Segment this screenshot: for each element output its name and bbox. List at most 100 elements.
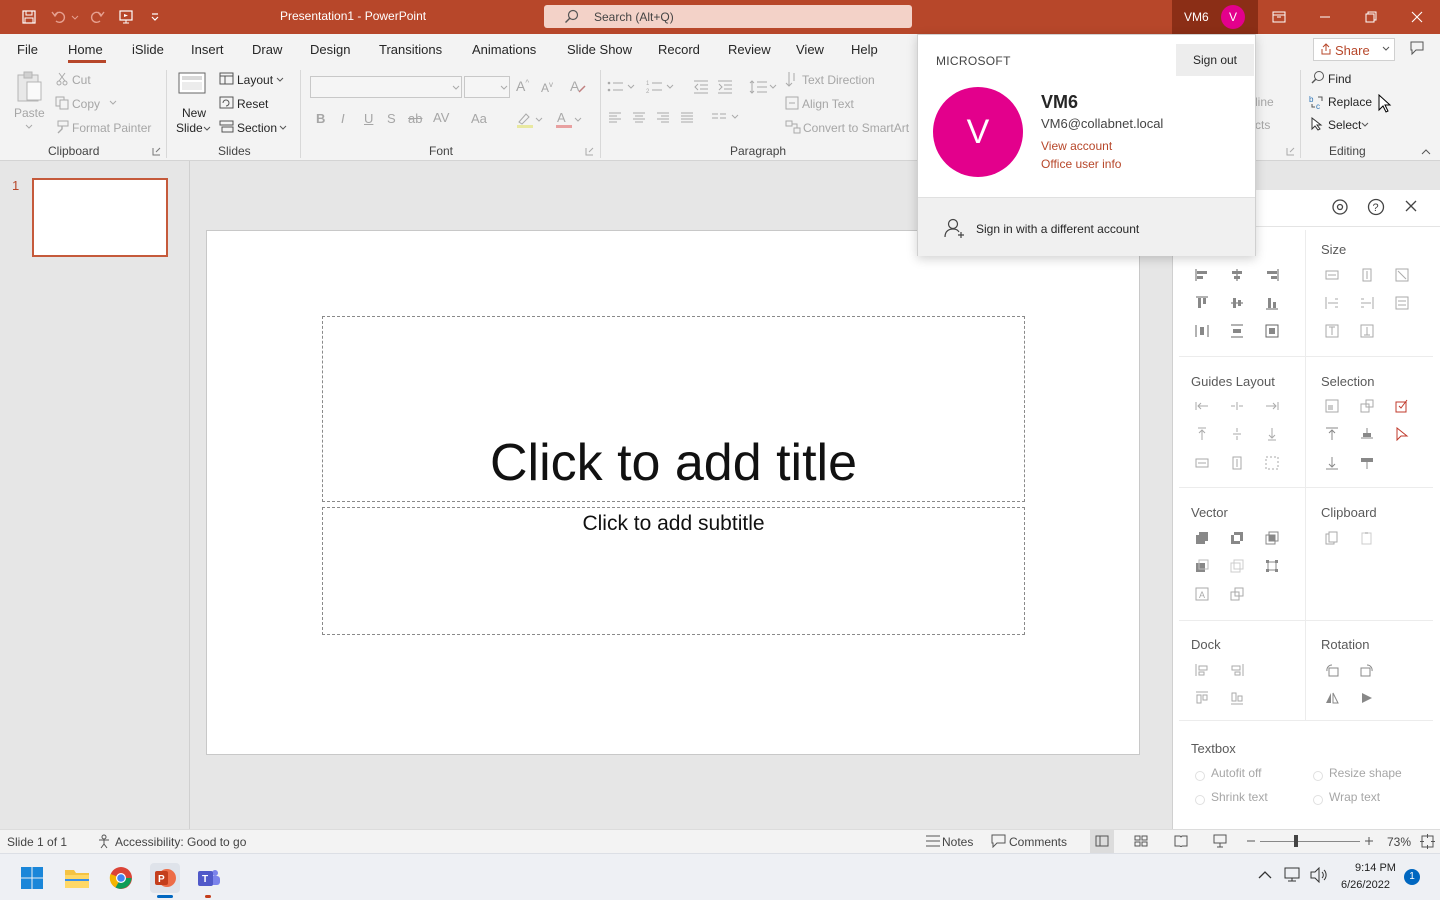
extend-right-icon[interactable] [1360,296,1374,310]
undo-icon[interactable] [48,7,70,27]
undo-dropdown-icon[interactable] [70,7,80,27]
dock-top-icon[interactable] [1195,691,1209,705]
font-size-select[interactable] [464,76,510,98]
find-icon[interactable] [1311,70,1325,84]
share-button[interactable]: Share [1313,38,1395,61]
resize-shape-label[interactable]: Resize shape [1329,766,1402,780]
close-panel-icon[interactable] [1405,200,1417,212]
columns-icon[interactable] [711,112,741,124]
save-icon[interactable] [18,7,40,27]
dock-right-icon[interactable] [1230,663,1244,677]
tab-transitions[interactable]: Transitions [379,42,442,57]
tab-view[interactable]: View [796,42,824,57]
accessibility-status[interactable]: Accessibility: Good to go [115,835,246,849]
same-size-icon[interactable] [1395,268,1409,282]
redo-icon[interactable] [86,7,108,27]
dock-left-icon[interactable] [1195,663,1209,677]
same-height-icon[interactable] [1360,268,1374,282]
tab-islide[interactable]: iSlide [132,42,164,57]
align-text-icon[interactable] [785,96,799,110]
find-label[interactable]: Find [1328,72,1351,86]
select-same-line-icon[interactable] [1360,399,1374,413]
guide-width-icon[interactable] [1195,456,1209,470]
guide-center-icon[interactable] [1230,399,1244,413]
slide-show-icon[interactable] [1213,834,1227,848]
replace-icon[interactable]: bc [1309,94,1325,110]
tab-animations[interactable]: Animations [472,42,536,57]
account-button[interactable]: VM6 V [1172,0,1258,34]
distribute-vertical-icon[interactable] [1230,324,1244,338]
zoom-out-icon[interactable] [1246,835,1256,847]
text-shadow-button[interactable]: S [387,111,396,126]
distribute-horizontal-icon[interactable] [1195,324,1209,338]
distribute-grid-icon[interactable] [1265,324,1279,338]
shrink-text-label[interactable]: Shrink text [1211,790,1268,804]
align-right-icon[interactable] [656,112,670,124]
fragment-icon[interactable] [1265,531,1279,545]
drawing-dialog-launcher-icon[interactable] [1286,147,1295,156]
underline-button[interactable]: U [364,111,373,126]
select-label[interactable]: Select [1328,118,1361,132]
select-layer-icon[interactable] [1360,427,1374,441]
help-icon[interactable]: ? [1367,198,1385,216]
tab-review[interactable]: Review [728,42,771,57]
select-pointer-icon[interactable] [1395,427,1409,441]
new-slide-dropdown-icon[interactable] [203,126,211,132]
notes-icon[interactable] [925,834,941,848]
align-left-icon[interactable] [608,112,622,124]
section-dropdown-icon[interactable] [279,125,287,131]
comments-ribbon-icon[interactable] [1409,40,1425,56]
copy-label[interactable]: Copy [72,97,100,111]
extend-bottom-icon[interactable] [1360,324,1374,338]
rotate-left-icon[interactable] [1325,663,1339,677]
replace-label[interactable]: Replace [1328,95,1372,109]
format-painter-label[interactable]: Format Painter [72,121,151,135]
title-placeholder[interactable]: Click to add title [322,316,1025,502]
windows-start-icon[interactable] [17,863,47,893]
dock-bottom-icon[interactable] [1230,691,1244,705]
convert-smartart-label[interactable]: Convert to SmartArt [803,121,909,135]
select-similar-icon[interactable] [1395,399,1409,413]
justify-icon[interactable] [680,112,694,124]
sign-out-button[interactable]: Sign out [1176,44,1254,76]
new-slide-icon[interactable] [178,70,210,100]
resize-shape-radio[interactable] [1313,771,1323,781]
align-left-icon[interactable] [1195,268,1209,282]
shape-copy-icon[interactable] [1230,587,1244,601]
wrap-text-label[interactable]: Wrap text [1329,790,1380,804]
subtract-icon[interactable] [1230,559,1244,573]
slide-sorter-icon[interactable] [1134,835,1148,847]
layout-label[interactable]: Layout [237,73,273,87]
powerpoint-taskbar-icon[interactable]: P [150,863,180,893]
format-painter-icon[interactable] [55,120,69,134]
increase-font-size-icon[interactable]: A^ [516,78,529,94]
reading-view-icon[interactable] [1174,835,1188,847]
clear-formatting-icon[interactable]: A [569,78,587,94]
highlight-icon[interactable] [516,110,544,128]
view-account-link[interactable]: View account [1041,139,1112,153]
change-case-button[interactable]: Aa [471,111,487,126]
align-center-icon[interactable] [632,112,646,124]
search-box[interactable]: Search (Alt+Q) [544,5,912,28]
customize-quick-access-icon[interactable] [144,7,166,27]
tab-file[interactable]: File [17,42,38,57]
guide-fill-icon[interactable] [1265,456,1279,470]
flip-vertical-icon[interactable] [1360,691,1374,705]
subtitle-placeholder[interactable]: Click to add subtitle [322,507,1025,635]
notification-badge[interactable]: 1 [1404,869,1420,885]
wrap-text-radio[interactable] [1313,795,1323,805]
paste-icon[interactable] [15,70,45,104]
minimize-icon[interactable] [1302,0,1348,34]
dialog-launcher-icon[interactable] [152,147,161,156]
reset-icon[interactable] [219,96,234,109]
tab-draw[interactable]: Draw [252,42,282,57]
font-dialog-launcher-icon[interactable] [585,147,594,156]
select-icon[interactable] [1311,117,1323,131]
guide-right-icon[interactable] [1265,399,1279,413]
accessibility-icon[interactable] [97,834,112,849]
numbering-icon[interactable]: 12 [646,80,676,94]
edit-points-icon[interactable] [1265,559,1279,573]
slide-canvas[interactable]: Click to add title Click to add subtitle [206,230,1140,755]
tab-design[interactable]: Design [310,42,350,57]
italic-button[interactable]: I [341,111,345,126]
